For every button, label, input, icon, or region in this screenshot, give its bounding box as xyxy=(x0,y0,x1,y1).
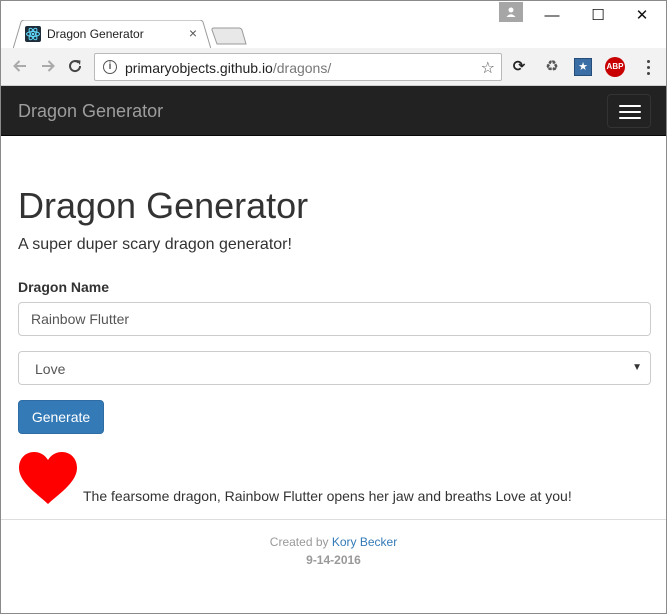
profile-button[interactable] xyxy=(499,2,523,22)
more-vertical-icon[interactable] xyxy=(641,57,655,77)
menu-dot xyxy=(647,60,650,63)
dragon-name-input[interactable] xyxy=(18,302,651,336)
person-icon xyxy=(506,7,516,17)
page-subtitle: A super duper scary dragon generator! xyxy=(18,236,292,253)
browser-toolbar: i primaryobjects.github.io/dragons/ ☆ ⟳ … xyxy=(1,48,666,86)
info-icon[interactable]: i xyxy=(103,60,117,74)
footer-divider xyxy=(1,519,666,520)
reload-button[interactable] xyxy=(65,57,85,77)
heart-icon xyxy=(19,452,77,504)
close-window-button[interactable]: ✕ xyxy=(619,3,665,29)
browser-window: Dragon Generator × — ☐ ✕ i primaryobject… xyxy=(0,0,667,614)
arrow-right-icon xyxy=(42,60,55,72)
footer-date: 9-14-2016 xyxy=(306,553,361,567)
menu-dot xyxy=(647,66,650,69)
footer-created-by: Created by xyxy=(269,535,329,549)
hamburger-bar xyxy=(619,117,641,119)
chevron-down-icon: ▼ xyxy=(632,362,642,373)
adblock-icon[interactable]: ABP xyxy=(605,57,625,77)
browser-tab-active[interactable]: Dragon Generator × xyxy=(13,20,211,49)
star-icon[interactable]: ☆ xyxy=(481,58,495,78)
page-title: Dragon Generator xyxy=(18,185,309,226)
sync-icon[interactable]: ⟳ xyxy=(509,57,529,77)
react-favicon-icon xyxy=(25,26,41,42)
breath-select-value: Love xyxy=(35,361,66,377)
hamburger-bar xyxy=(619,111,641,113)
address-bar[interactable]: i primaryobjects.github.io/dragons/ ☆ xyxy=(94,53,502,81)
hamburger-bar xyxy=(619,105,641,107)
url-host: primaryobjects.github.io xyxy=(125,60,273,76)
generate-button[interactable]: Generate xyxy=(18,400,104,434)
dragon-result-text: The fearsome dragon, Rainbow Flutter ope… xyxy=(83,488,572,504)
site-navbar: Dragon Generator xyxy=(1,86,666,136)
footer-credit: Created by Kory Becker xyxy=(1,535,666,549)
minimize-button[interactable]: — xyxy=(529,3,575,29)
new-tab-button[interactable] xyxy=(211,27,247,45)
url-path: /dragons/ xyxy=(272,60,332,76)
reload-icon xyxy=(69,60,82,73)
tab-close-icon[interactable]: × xyxy=(185,25,201,41)
bookmark-manager-icon[interactable]: ★ xyxy=(574,58,592,76)
breath-select[interactable]: Love ▼ xyxy=(18,351,651,385)
dragon-name-label: Dragon Name xyxy=(18,279,110,295)
footer-author-link[interactable]: Kory Becker xyxy=(332,535,397,549)
hamburger-icon[interactable] xyxy=(607,94,651,128)
navbar-brand-link[interactable]: Dragon Generator xyxy=(18,101,163,122)
maximize-button[interactable]: ☐ xyxy=(575,3,621,29)
recycle-icon[interactable]: ♻ xyxy=(542,57,562,77)
arrow-left-icon xyxy=(13,60,26,72)
back-button[interactable] xyxy=(10,57,30,77)
menu-dot xyxy=(647,72,650,75)
title-bar: Dragon Generator × — ☐ ✕ xyxy=(1,1,666,49)
url-text: primaryobjects.github.io/dragons/ xyxy=(125,60,331,76)
tab-title: Dragon Generator xyxy=(47,27,144,41)
forward-button[interactable] xyxy=(38,57,58,77)
